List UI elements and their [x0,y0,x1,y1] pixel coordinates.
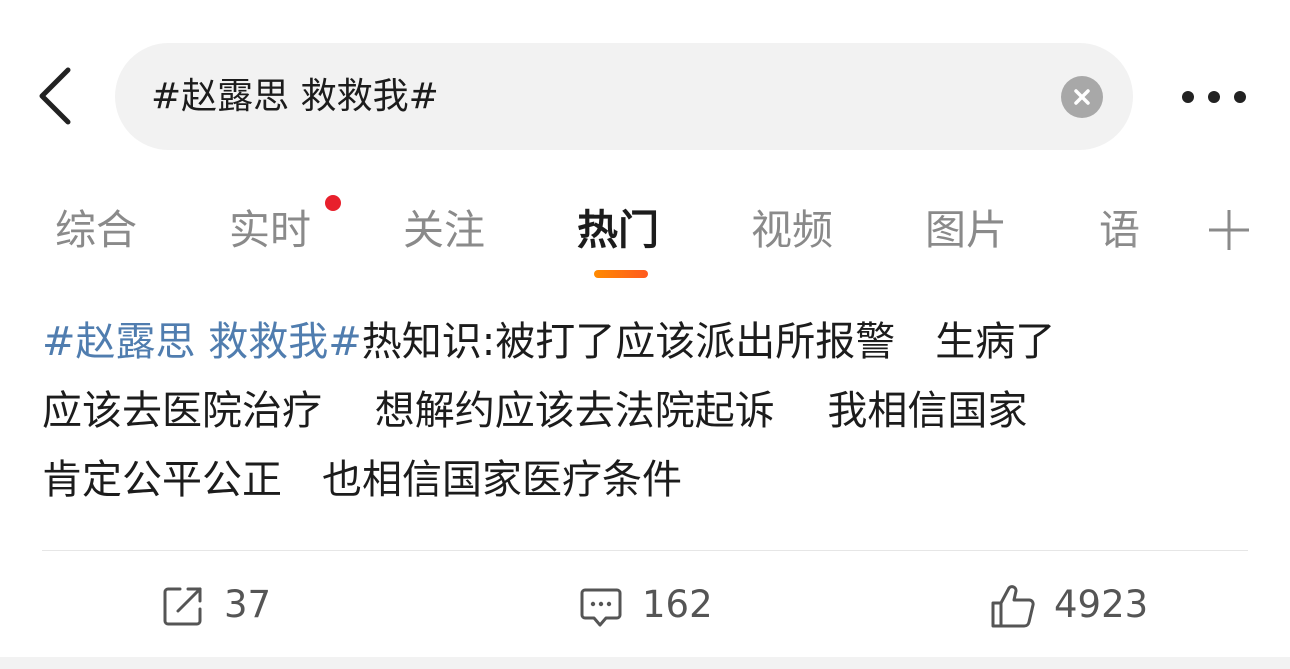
comment-button[interactable]: 162 [578,575,728,635]
more-button[interactable] [1176,80,1252,114]
thumbs-up-icon [991,585,1035,628]
tab-bar: 综合 实时 关注 热门 视频 图片 语 [0,182,1290,282]
back-button[interactable] [30,60,80,130]
search-box[interactable]: #赵露思 救救我# [115,43,1133,150]
tab-hot[interactable]: 热门 [577,200,659,260]
post-text: #赵露思 救救我#热知识:被打了应该派出所报警 生病了 应该去医院治疗 想解约应… [42,308,1252,515]
post-line-1: #赵露思 救救我#热知识:被打了应该派出所报警 生病了 [42,308,1252,377]
clear-search-button[interactable] [1061,76,1103,118]
tab-comprehensive[interactable]: 综合 [55,200,137,260]
repost-icon [163,587,202,626]
hashtag-link[interactable]: #赵露思 救救我# [42,319,362,365]
bottom-separator [0,657,1290,669]
tab-realtime[interactable]: 实时 [229,200,311,260]
close-icon [1074,89,1090,105]
post-line-3: 肯定公平公正 也相信国家医疗条件 [42,457,682,503]
chevron-left-icon [39,67,71,125]
top-bar: #赵露思 救救我# [0,0,1290,170]
comment-count: 162 [642,583,713,626]
plus-icon [1209,210,1249,250]
tab-video[interactable]: 视频 [751,200,833,260]
tab-fade [1130,182,1190,282]
repost-button[interactable]: 37 [160,575,290,635]
tab-images[interactable]: 图片 [925,200,1007,260]
repost-count: 37 [224,583,272,626]
comment-icon [580,588,622,627]
more-dots-icon [1182,91,1246,103]
search-query[interactable]: #赵露思 救救我# [151,43,439,150]
like-count: 4923 [1054,583,1149,626]
like-button[interactable]: 4923 [990,575,1170,635]
post-line-2: 应该去医院治疗 想解约应该去法院起诉 我相信国家 [42,388,1028,434]
post-text-segment: 热知识:被打了应该派出所报警 生病了 [361,319,1056,365]
tab-following[interactable]: 关注 [403,200,485,260]
active-tab-indicator [594,270,648,278]
notification-dot [325,195,341,211]
add-tab-button[interactable] [1205,206,1253,254]
divider [42,550,1248,551]
